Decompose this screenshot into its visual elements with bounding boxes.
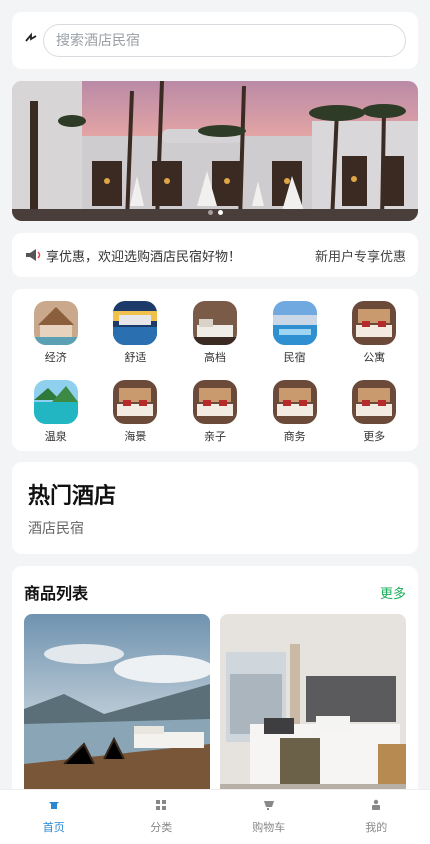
category-label: 温泉 (44, 429, 67, 443)
category-label: 商务 (283, 429, 306, 443)
user-icon (372, 799, 381, 810)
category-item-hotspring[interactable]: 温泉 (16, 379, 96, 452)
tab-label: 首页 (42, 821, 65, 834)
category-label: 海景 (124, 429, 147, 443)
tab-cart[interactable]: 购物车 (215, 790, 323, 844)
category-label: 民宿 (283, 351, 306, 364)
category-thumb (33, 301, 78, 345)
tab-label: 分类 (150, 821, 173, 834)
banner-dot[interactable] (207, 210, 213, 215)
search-bar (12, 12, 418, 69)
category-thumb (272, 379, 317, 424)
category-label: 高档 (203, 351, 226, 364)
category-label: 公寓 (363, 351, 386, 364)
category-item-comfort[interactable]: 舒适 (96, 301, 176, 373)
category-thumb (113, 379, 158, 424)
category-label: 舒适 (124, 351, 147, 364)
category-item-apartment[interactable]: 公寓 (334, 301, 414, 373)
category-label: 经济 (44, 351, 67, 364)
category-item-business[interactable]: 商务 (255, 379, 335, 452)
tab-label: 我的 (365, 821, 388, 834)
tab-category[interactable]: 分类 (108, 790, 216, 844)
notice-text: 享优惠，欢迎选购酒店民宿好物！ (46, 249, 242, 265)
product-card[interactable] (220, 614, 406, 814)
category-grid: 经济 舒适 高档 民宿 公寓 温泉 海景 亲子 商务 更多 (12, 289, 418, 451)
category-thumb (192, 301, 237, 345)
hero-banner[interactable] (12, 81, 418, 221)
hot-hotels-subtitle: 酒店民宿 (28, 521, 84, 537)
tab-home[interactable]: 首页 (0, 790, 108, 844)
tab-label: 购物车 (252, 821, 286, 834)
category-item-family[interactable]: 亲子 (175, 379, 255, 452)
banner-dots (12, 210, 418, 215)
home-icon (48, 802, 59, 809)
category-thumb (113, 301, 158, 345)
tab-profile[interactable]: 我的 (323, 790, 430, 844)
category-label: 亲子 (203, 429, 226, 443)
hot-hotels-section[interactable]: 热门酒店 酒店民宿 (12, 462, 418, 554)
more-link[interactable]: 更多 (380, 583, 406, 602)
scan-icon[interactable] (24, 30, 38, 48)
category-item-homestay[interactable]: 民宿 (255, 301, 335, 373)
megaphone-icon (26, 249, 41, 261)
product-image (220, 614, 406, 814)
search-input[interactable] (43, 24, 406, 57)
category-item-economy[interactable]: 经济 (16, 301, 96, 373)
category-thumb (352, 379, 397, 424)
category-label: 更多 (363, 429, 386, 443)
product-list-section: 商品列表 更多 (12, 566, 418, 816)
cart-icon (263, 801, 274, 810)
bottom-tab-bar: 首页 分类 购物车 我的 (0, 789, 430, 844)
category-item-seaview[interactable]: 海景 (96, 379, 176, 452)
notice-bar[interactable]: 享优惠，欢迎选购酒店民宿好物！ 新用户专享优惠 (12, 233, 418, 277)
category-item-upscale[interactable]: 高档 (175, 301, 255, 373)
hot-hotels-title: 热门酒店 (28, 484, 117, 509)
banner-dot-active[interactable] (217, 210, 223, 215)
category-thumb (33, 379, 78, 424)
category-thumb (272, 301, 317, 345)
notice-promo[interactable]: 新用户专享优惠 (315, 246, 406, 265)
category-item-more[interactable]: 更多 (334, 379, 414, 452)
category-thumb (192, 379, 237, 424)
product-card[interactable] (24, 614, 210, 814)
product-list-title: 商品列表 (24, 584, 89, 603)
grid-icon (156, 800, 167, 810)
product-image (24, 614, 210, 814)
category-thumb (352, 301, 397, 345)
